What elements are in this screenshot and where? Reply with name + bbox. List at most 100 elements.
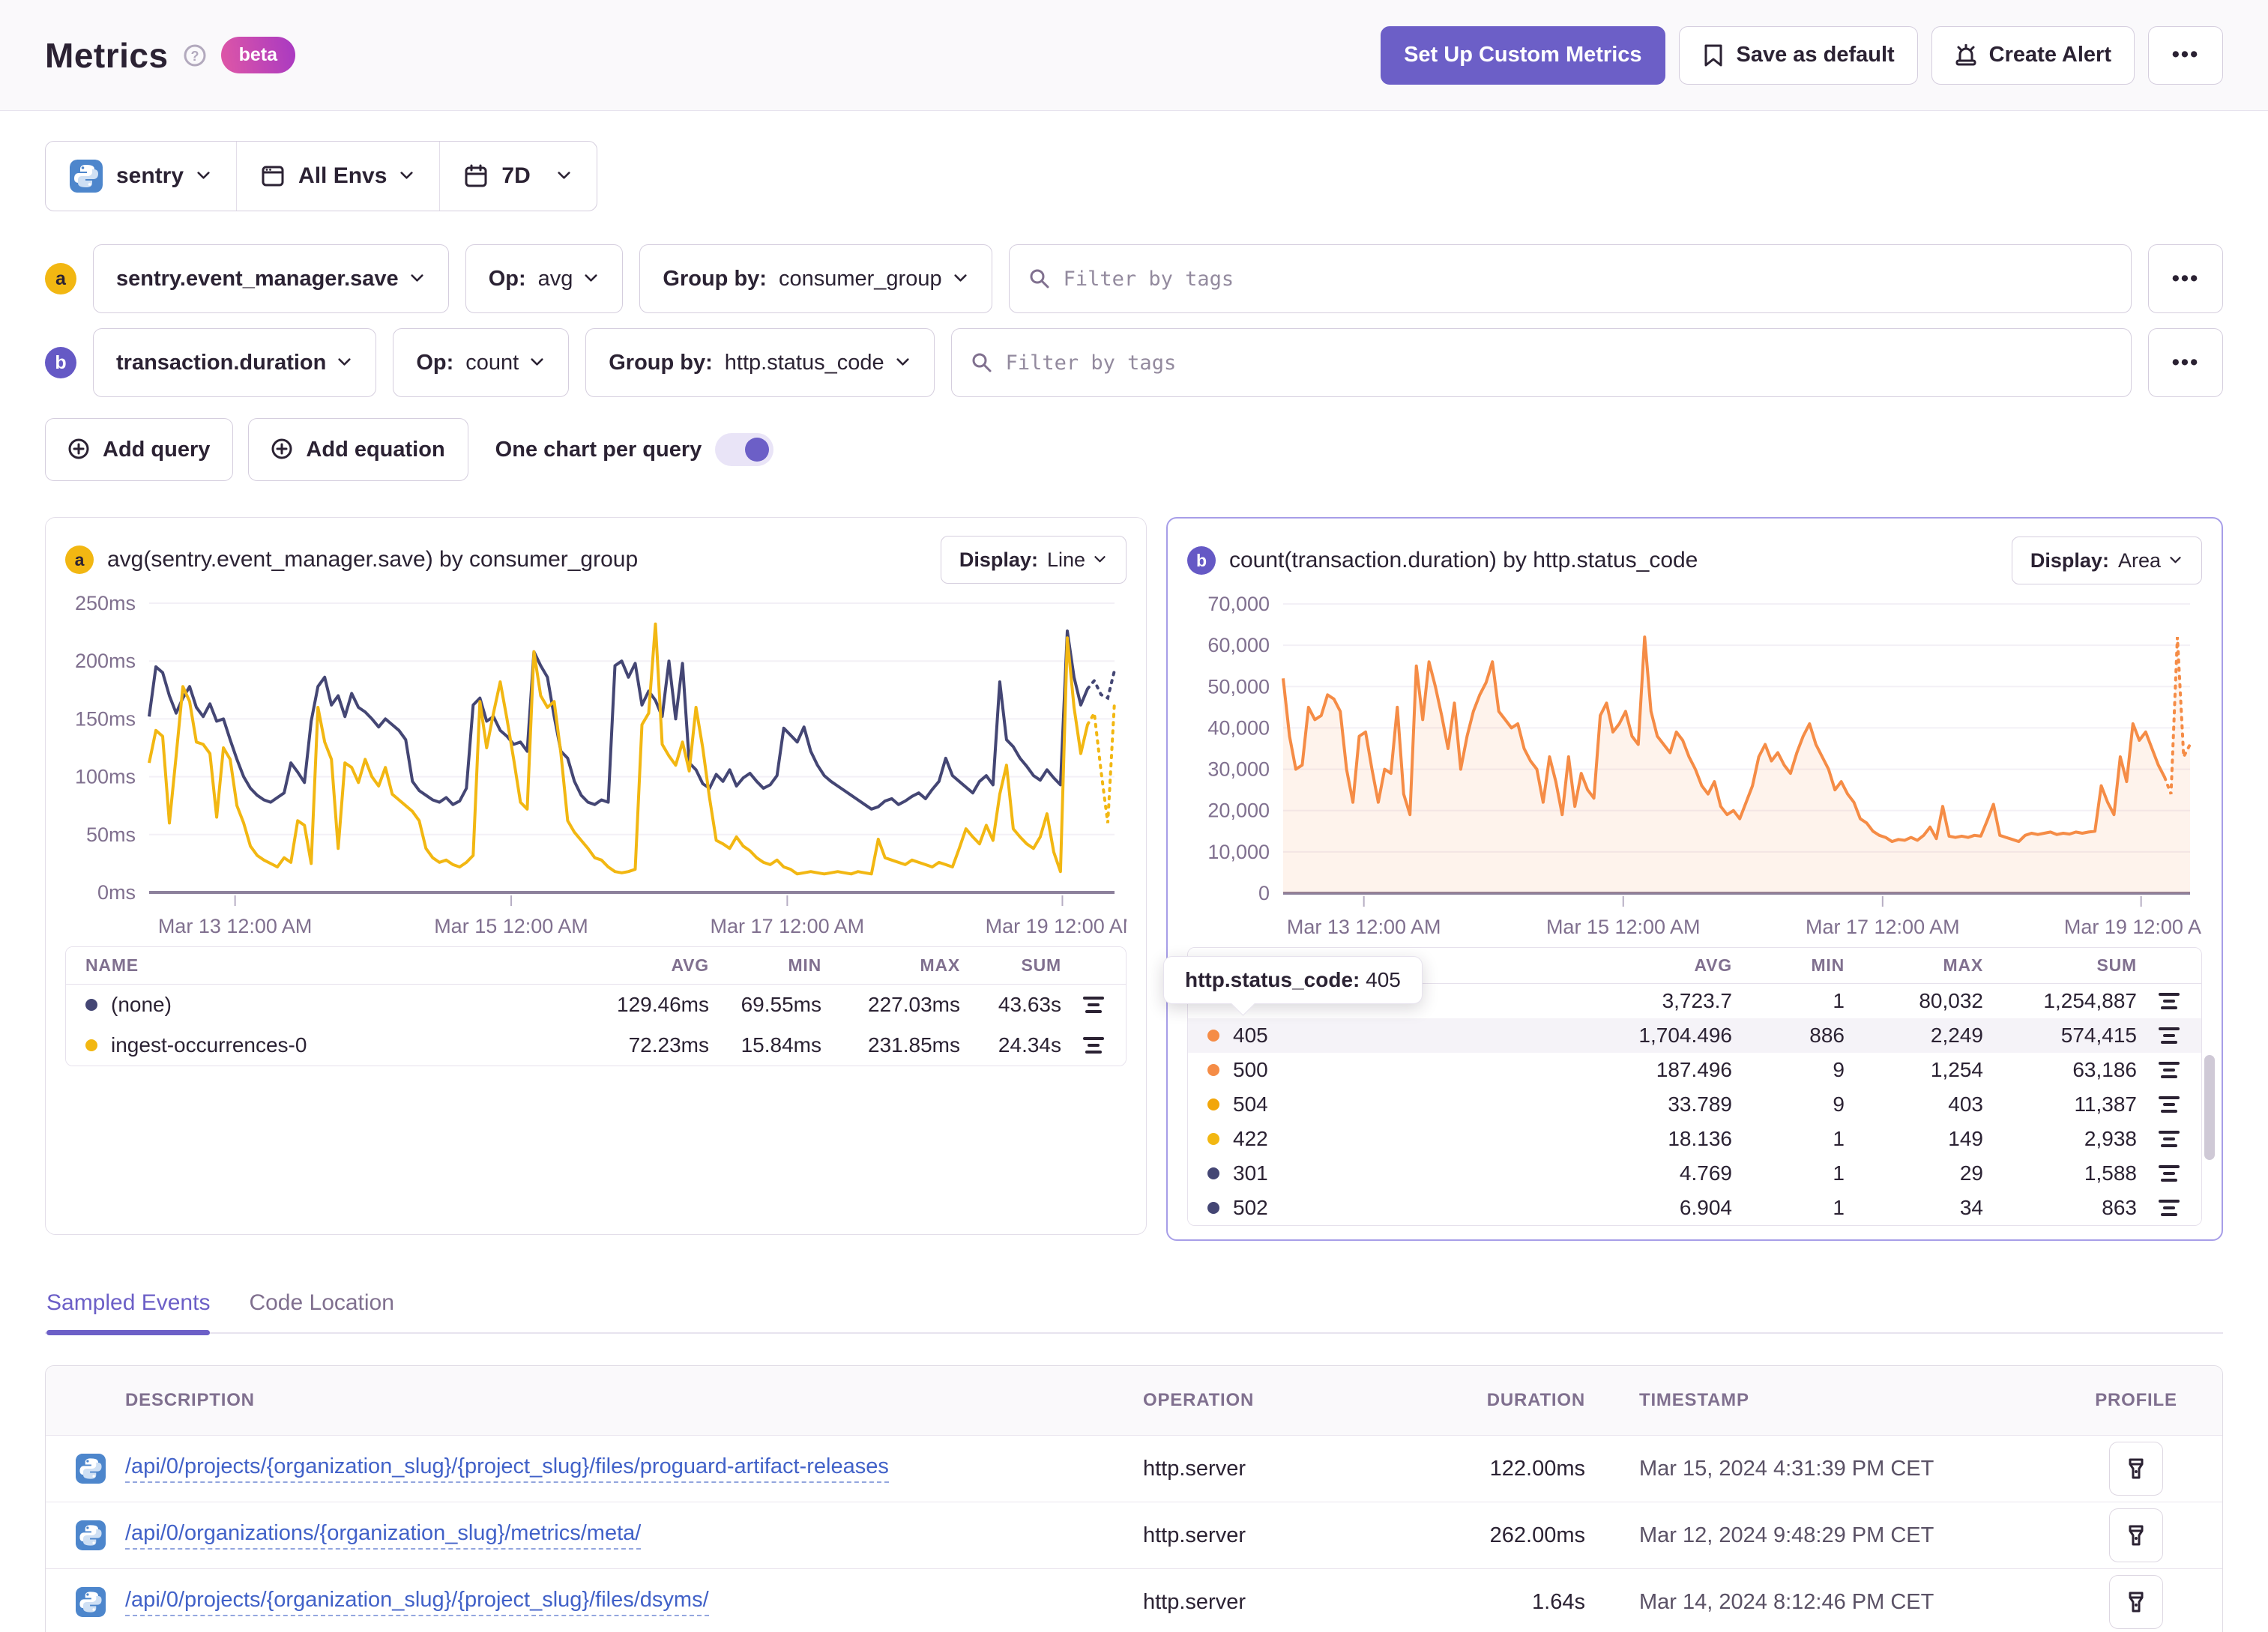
series-color-dot [1207, 1167, 1219, 1179]
event-description-link[interactable]: /api/0/projects/{organization_slug}/{pro… [125, 1588, 709, 1616]
detail-tabs: Sampled Events Code Location [45, 1290, 2223, 1335]
series-row[interactable]: (none) 129.46ms 69.55ms 227.03ms 43.63s [66, 985, 1126, 1025]
series-row[interactable]: ingest-occurrences-0 72.23ms 15.84ms 231… [66, 1025, 1126, 1066]
event-operation: http.server [1143, 1523, 1246, 1547]
series-sum: 24.34s [998, 1033, 1061, 1057]
tab-sampled-events[interactable]: Sampled Events [46, 1290, 211, 1335]
query-row-a: a sentry.event_manager.save Op: avg Grou… [45, 244, 2223, 313]
event-description-link[interactable]: /api/0/projects/{organization_slug}/{pro… [125, 1454, 889, 1483]
project-selector[interactable]: sentry [46, 142, 236, 211]
table-scrollbar[interactable] [2204, 1055, 2215, 1160]
beta-badge: beta [220, 37, 295, 73]
svg-text:0ms: 0ms [97, 881, 136, 904]
group-by-select[interactable]: Group by: consumer_group [639, 244, 992, 313]
series-color-dot [1207, 1202, 1219, 1214]
display-type-select[interactable]: Display: Area [2011, 537, 2202, 584]
focus-series-icon[interactable] [1083, 1037, 1104, 1054]
svg-text:100ms: 100ms [75, 766, 136, 788]
svg-text:50,000: 50,000 [1207, 675, 1270, 698]
series-avg: 129.46ms [617, 993, 709, 1016]
focus-series-icon[interactable] [2159, 1200, 2180, 1216]
chart-card-b[interactable]: b count(transaction.duration) by http.st… [1163, 517, 2223, 1241]
svg-text:Mar 19 12:00 AM: Mar 19 12:00 AM [2064, 916, 2202, 938]
event-timestamp: Mar 15, 2024 4:31:39 PM CET [1639, 1456, 1934, 1481]
op-select[interactable]: Op: avg [465, 244, 624, 313]
series-min: 1 [1833, 1127, 1845, 1150]
profile-button[interactable] [2109, 1508, 2163, 1562]
focus-series-icon[interactable] [2159, 1165, 2180, 1182]
focus-series-icon[interactable] [1083, 997, 1104, 1013]
help-icon[interactable] [184, 44, 206, 67]
focus-series-icon[interactable] [2159, 993, 2180, 1009]
op-select[interactable]: Op: count [393, 328, 570, 397]
event-timestamp: Mar 14, 2024 8:12:46 PM CET [1639, 1589, 1934, 1614]
query-badge-b: b [45, 347, 76, 378]
save-as-default-button[interactable]: Save as default [1678, 25, 1918, 85]
col-avg: AVG [1694, 955, 1732, 975]
query-more-button[interactable]: ••• [2148, 244, 2223, 313]
svg-text:0: 0 [1258, 882, 1270, 904]
tag-filter-input[interactable] [1063, 267, 2111, 291]
svg-text:30,000: 30,000 [1207, 758, 1270, 781]
focus-series-icon[interactable] [2159, 1096, 2180, 1113]
col-name: NAME [85, 955, 139, 975]
series-row[interactable]: 405 1,704.496 886 2,249 574,415 [1188, 1018, 2201, 1053]
series-row[interactable]: 502 6.904 1 34 863 [1188, 1191, 2201, 1225]
chevron-down-icon [411, 274, 423, 282]
ellipsis-icon: ••• [2171, 43, 2200, 67]
series-avg: 187.496 [1656, 1058, 1732, 1081]
col-max: MAX [920, 955, 960, 975]
add-query-button[interactable]: Add query [45, 418, 234, 481]
flashlight-icon [2129, 1592, 2144, 1613]
setup-custom-metrics-button[interactable]: Set Up Custom Metrics [1381, 25, 1665, 85]
series-row[interactable]: 504 33.789 9 403 11,387 [1188, 1087, 2201, 1122]
series-row[interactable]: 301 4.769 1 29 1,588 [1188, 1156, 2201, 1191]
environment-selector[interactable]: All Envs [236, 142, 439, 211]
chevron-down-icon [896, 358, 909, 366]
profile-button[interactable] [2109, 1575, 2163, 1629]
svg-text:Mar 13 12:00 AM: Mar 13 12:00 AM [1287, 916, 1441, 938]
flashlight-icon [2129, 1525, 2144, 1546]
focus-series-icon[interactable] [2159, 1131, 2180, 1147]
metric-select[interactable]: transaction.duration [93, 328, 377, 397]
event-duration: 262.00ms [1489, 1523, 1585, 1547]
series-row[interactable]: 422 18.136 1 149 2,938 [1188, 1122, 2201, 1156]
add-equation-button[interactable]: Add equation [248, 418, 468, 481]
svg-text:20,000: 20,000 [1207, 800, 1270, 822]
series-min: 15.84ms [741, 1033, 821, 1057]
metric-select[interactable]: sentry.event_manager.save [93, 244, 449, 313]
tag-filter-input[interactable] [1005, 351, 2111, 375]
display-type-select[interactable]: Display: Line [940, 536, 1127, 584]
series-min: 9 [1833, 1058, 1845, 1081]
series-min: 886 [1809, 1024, 1845, 1047]
series-name: 301 [1233, 1161, 1268, 1185]
series-color-dot [1207, 1030, 1219, 1042]
date-range-selector[interactable]: 7D [439, 142, 596, 211]
series-sum: 574,415 [2060, 1024, 2137, 1047]
one-chart-per-query-toggle[interactable] [715, 433, 774, 466]
series-avg: 3,723.7 [1662, 989, 1732, 1012]
query-actions: Add query Add equation One chart per que… [45, 418, 2223, 481]
page-filter-bar: sentry All Envs 7D [45, 141, 597, 211]
area-chart: 0 10,000 20,000 30,000 40,000 50,000 60,000 70,… [1207, 593, 2202, 938]
create-alert-button[interactable]: Create Alert [1931, 25, 2135, 85]
svg-text:150ms: 150ms [75, 707, 136, 730]
event-timestamp: Mar 12, 2024 9:48:29 PM CET [1639, 1523, 1934, 1547]
group-by-select[interactable]: Group by: http.status_code [585, 328, 935, 397]
query-more-button[interactable]: ••• [2148, 328, 2223, 397]
focus-series-icon[interactable] [2159, 1027, 2180, 1044]
series-color-dot [1207, 1133, 1219, 1145]
focus-series-icon[interactable] [2159, 1062, 2180, 1078]
ellipsis-icon: ••• [2171, 266, 2200, 291]
profile-button[interactable] [2109, 1442, 2163, 1496]
more-options-button[interactable]: ••• [2148, 25, 2223, 85]
series-max: 2,249 [1930, 1024, 1983, 1047]
chart-card-a[interactable]: a avg(sentry.event_manager.save) by cons… [45, 517, 1147, 1235]
series-avg: 6.904 [1679, 1196, 1732, 1219]
series-color-dot [85, 999, 97, 1011]
tab-code-location[interactable]: Code Location [249, 1290, 393, 1332]
series-row[interactable]: 500 187.496 9 1,254 63,186 [1188, 1053, 2201, 1087]
event-description-link[interactable]: /api/0/organizations/{organization_slug}… [125, 1521, 642, 1550]
python-project-icon [70, 160, 103, 193]
col-operation: OPERATION [1143, 1390, 1255, 1410]
